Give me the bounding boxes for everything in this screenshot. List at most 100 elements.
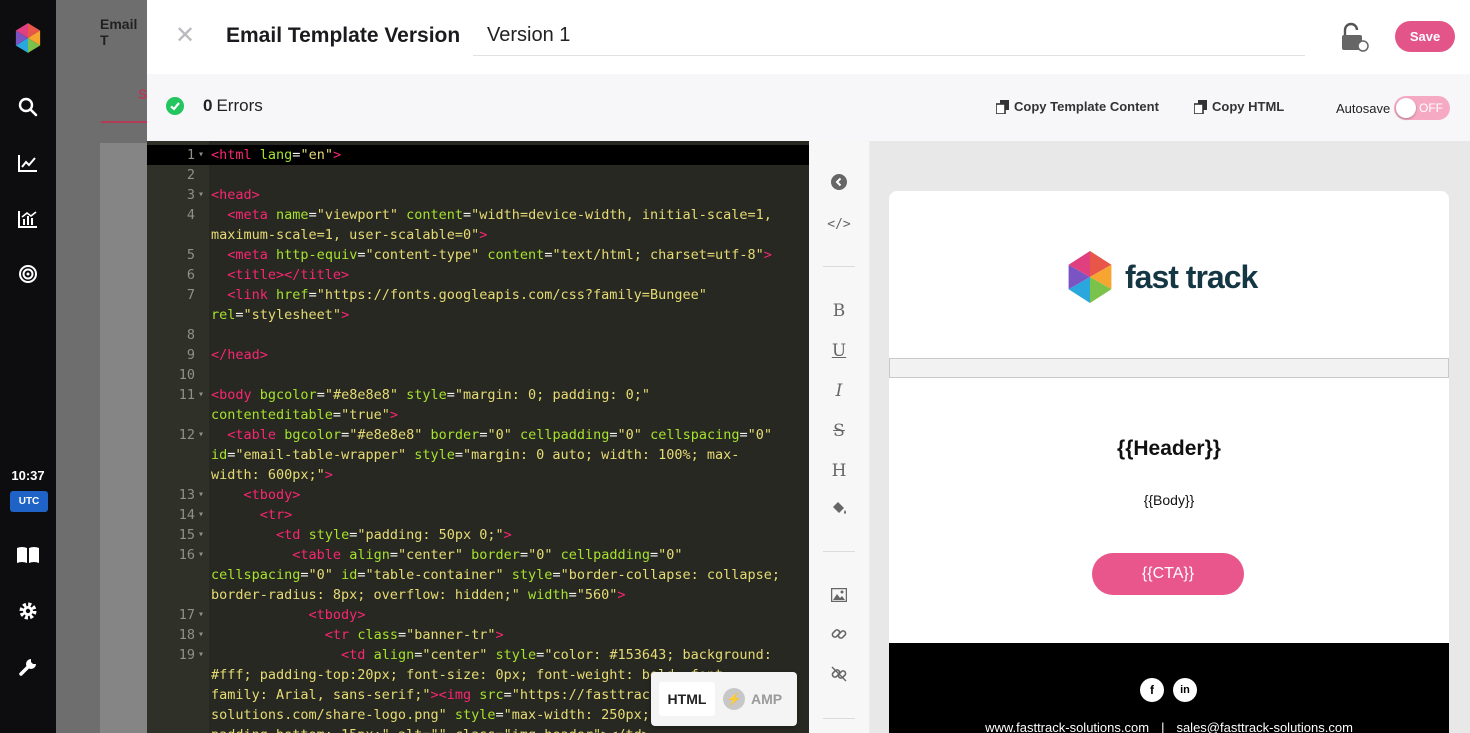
code-text: id="email-table-wrapper" style="margin: … xyxy=(211,447,740,463)
copy-template-content-label: Copy Template Content xyxy=(1014,99,1159,114)
timezone-badge[interactable]: UTC xyxy=(10,491,48,512)
fold-arrow-icon[interactable]: ▾ xyxy=(198,185,204,205)
clock-time: 10:37 xyxy=(11,468,45,483)
code-line[interactable]: 11 ▾ <body bgcolor="#e8e8e8" style="margin… xyxy=(147,385,809,405)
code-text: <meta http-equiv="content-type" content=… xyxy=(227,247,772,263)
code-line[interactable]: 6 <title></title> xyxy=(147,265,809,285)
copy-html-button[interactable]: Copy HTML xyxy=(1194,99,1284,114)
code-editor[interactable]: 1 ▾ <html lang="en"> 2 3 ▾ <head> 4 <meta name=… xyxy=(147,141,809,733)
email-link[interactable]: sales@fasttrack-solutions.com xyxy=(1176,720,1352,733)
fold-arrow-icon[interactable]: ▾ xyxy=(198,545,204,565)
fold-arrow-icon[interactable]: ▾ xyxy=(198,605,204,625)
autosave-toggle[interactable]: OFF xyxy=(1394,96,1450,120)
code-text: padding-bottom: 15px;" alt="" class="img… xyxy=(211,725,650,733)
code-line[interactable]: 4 <meta name="viewport" content="width=d… xyxy=(147,205,809,225)
bold-icon[interactable]: B xyxy=(827,299,851,323)
logo-icon[interactable] xyxy=(14,23,42,53)
fold-arrow-icon[interactable]: ▾ xyxy=(198,485,204,505)
fold-arrow-icon[interactable]: ▾ xyxy=(198,525,204,545)
close-icon[interactable]: ✕ xyxy=(175,24,195,48)
banner-image-placeholder xyxy=(889,358,1449,378)
chart-icon[interactable] xyxy=(14,205,42,233)
collapse-icon[interactable] xyxy=(827,173,851,197)
linkedin-icon[interactable]: in xyxy=(1173,678,1197,702)
code-line[interactable]: 13 ▾ <tbody> xyxy=(147,485,809,505)
fold-arrow-icon[interactable]: ▾ xyxy=(198,385,204,405)
fold-arrow-icon[interactable]: ▾ xyxy=(198,645,204,665)
toolbar-divider xyxy=(823,266,855,267)
code-line[interactable]: 10 xyxy=(147,365,809,385)
unlock-icon[interactable] xyxy=(1339,22,1369,52)
line-number: 8 xyxy=(186,327,195,343)
code-line[interactable]: cellspacing="0" id="table-container" sty… xyxy=(147,565,809,585)
website-link[interactable]: www.fasttrack-solutions.com xyxy=(985,720,1149,733)
version-name-input[interactable] xyxy=(473,16,1305,56)
footer-separator: | xyxy=(1161,720,1165,733)
code-line[interactable]: 15 ▾ <td style="padding: 50px 0;"> xyxy=(147,525,809,545)
code-line[interactable]: contenteditable="true"> xyxy=(147,405,809,425)
line-number: 14 xyxy=(178,507,195,523)
code-line[interactable]: rel="stylesheet"> xyxy=(147,305,809,325)
code-text: <head> xyxy=(211,187,260,203)
code-line[interactable]: 18 ▾ <tr class="banner-tr"> xyxy=(147,625,809,645)
app-sidebar: 10:37 UTC xyxy=(0,0,56,733)
code-text: cellspacing="0" id="table-container" sty… xyxy=(211,567,781,583)
code-text: <td align="center" style="color: #153643… xyxy=(341,647,772,663)
code-line[interactable]: 9 </head> xyxy=(147,345,809,365)
mode-amp-button[interactable]: AMP xyxy=(751,682,782,716)
code-line[interactable]: 8 xyxy=(147,325,809,345)
fold-arrow-icon[interactable]: ▾ xyxy=(198,505,204,525)
fold-arrow-icon[interactable]: ▾ xyxy=(198,145,204,165)
cta-button[interactable]: {{CTA}} xyxy=(1092,553,1244,595)
save-button[interactable]: Save xyxy=(1395,21,1455,52)
heading-icon[interactable]: H xyxy=(827,459,851,483)
toggle-knob xyxy=(1396,98,1416,118)
italic-icon[interactable]: I xyxy=(827,379,851,403)
autosave-state: OFF xyxy=(1419,101,1443,115)
line-number: 10 xyxy=(178,367,195,383)
code-line[interactable]: 5 <meta http-equiv="content-type" conten… xyxy=(147,245,809,265)
code-text: <table bgcolor="#e8e8e8" border="0" cell… xyxy=(227,427,772,443)
facebook-icon[interactable]: f xyxy=(1140,678,1164,702)
analytics-icon[interactable] xyxy=(14,149,42,177)
link-icon[interactable] xyxy=(827,625,851,649)
code-icon[interactable]: </> xyxy=(827,213,851,237)
search-icon[interactable] xyxy=(14,93,42,121)
line-number: 15 xyxy=(178,527,195,543)
code-text: maximum-scale=1, user-scalable=0"> xyxy=(211,227,488,243)
fold-arrow-icon[interactable]: ▾ xyxy=(198,625,204,645)
unlink-icon[interactable] xyxy=(827,665,851,689)
code-line[interactable]: id="email-table-wrapper" style="margin: … xyxy=(147,445,809,465)
wrench-icon[interactable] xyxy=(14,653,42,681)
image-icon[interactable] xyxy=(827,585,851,609)
code-line[interactable]: 19 ▾ <td align="center" style="color: #15… xyxy=(147,645,809,665)
code-text: contenteditable="true"> xyxy=(211,407,398,423)
code-line[interactable]: width: 600px;"> xyxy=(147,465,809,485)
code-line[interactable]: 7 <link href="https://fonts.googleapis.c… xyxy=(147,285,809,305)
code-line[interactable]: maximum-scale=1, user-scalable=0"> xyxy=(147,225,809,245)
underline-icon[interactable]: U xyxy=(827,339,851,363)
book-icon[interactable] xyxy=(14,541,42,569)
fasttrack-logo: fast track xyxy=(1067,251,1258,303)
mode-html-button[interactable]: HTML xyxy=(659,682,715,716)
code-line[interactable]: 12 ▾ <table bgcolor="#e8e8e8" border="0" … xyxy=(147,425,809,445)
code-line[interactable]: 2 xyxy=(147,165,809,185)
email-body: fast track {{Header}} {{Body}} {{CTA}} f… xyxy=(889,191,1449,733)
code-line[interactable]: padding-bottom: 15px;" alt="" class="img… xyxy=(147,725,809,733)
code-line[interactable]: 3 ▾ <head> xyxy=(147,185,809,205)
code-text: <tbody> xyxy=(243,487,301,503)
fold-arrow-icon[interactable]: ▾ xyxy=(198,425,204,445)
target-icon[interactable] xyxy=(14,260,42,288)
strikethrough-icon[interactable]: S xyxy=(827,419,851,443)
code-line[interactable]: 17 ▾ <tbody> xyxy=(147,605,809,625)
gear-icon[interactable] xyxy=(14,597,42,625)
code-line[interactable]: border-radius: 8px; overflow: hidden;" w… xyxy=(147,585,809,605)
code-text: <body bgcolor="#e8e8e8" style="margin: 0… xyxy=(211,387,650,403)
code-line[interactable]: 16 ▾ <table align="center" border="0" cel… xyxy=(147,545,809,565)
code-line[interactable]: 14 ▾ <tr> xyxy=(147,505,809,525)
email-body-placeholder: {{Body}} xyxy=(1143,492,1195,508)
paint-bucket-icon[interactable] xyxy=(827,499,851,523)
code-line[interactable]: 1 ▾ <html lang="en"> xyxy=(147,145,809,165)
line-number: 1 xyxy=(186,147,195,163)
copy-template-content-button[interactable]: Copy Template Content xyxy=(996,99,1159,114)
